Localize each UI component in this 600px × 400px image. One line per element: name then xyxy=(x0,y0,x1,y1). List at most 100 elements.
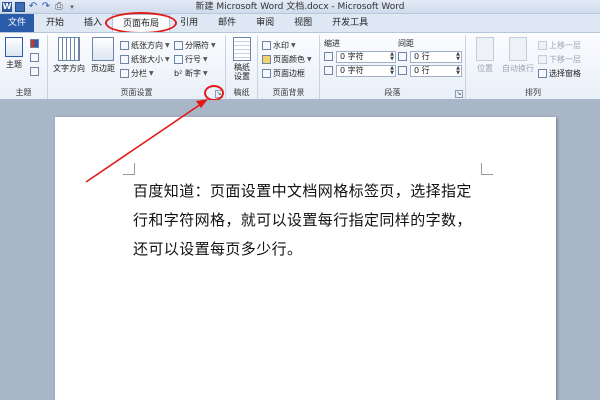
customize-quick-access-icon[interactable]: ▾ xyxy=(67,2,77,12)
spinner-arrows-icon[interactable]: ▲ ▼ xyxy=(390,52,394,62)
theme-colors-icon[interactable] xyxy=(30,39,39,48)
spacing-after-value: 0 行 xyxy=(414,66,430,75)
indent-left-input[interactable]: 0 字符 ▲ ▼ xyxy=(336,51,396,63)
undo-icon[interactable]: ↶ xyxy=(28,1,38,12)
themes-button-label: 主题 xyxy=(6,60,22,69)
orientation-label: 纸张方向 xyxy=(131,40,163,50)
tab-developer[interactable]: 开发工具 xyxy=(322,14,378,32)
position-label: 位置 xyxy=(477,64,493,73)
page-borders-label: 页面边框 xyxy=(273,68,305,78)
chevron-down-icon: ▼ xyxy=(211,41,216,49)
hyphenation-icon: b² xyxy=(174,68,183,78)
paragraph-dialog-launcher[interactable]: ↘ xyxy=(455,90,463,98)
chevron-down-icon: ▼ xyxy=(203,69,208,77)
bring-forward-button[interactable]: 上移一层 xyxy=(538,39,581,51)
breaks-label: 分隔符 xyxy=(185,40,209,50)
selection-pane-button[interactable]: 选择窗格 xyxy=(538,67,581,79)
spinner-arrows-icon[interactable]: ▲ ▼ xyxy=(456,52,460,62)
selection-pane-icon xyxy=(538,68,547,78)
document-workspace: 百度知道：页面设置中文档网格标签页，选择指定行和字符网格，就可以设置每行指定同样… xyxy=(0,100,600,400)
columns-label: 分栏 xyxy=(131,68,147,78)
group-page-setup-label: 页面设置 xyxy=(120,88,153,97)
manuscript-icon xyxy=(233,37,251,61)
chevron-down-icon: ▼ xyxy=(165,41,170,49)
document-body-text[interactable]: 百度知道：页面设置中文档网格标签页，选择指定行和字符网格，就可以设置每行指定同样… xyxy=(133,177,483,264)
spacing-after-icon xyxy=(398,66,407,75)
print-icon[interactable]: ⎙ xyxy=(54,1,64,12)
margin-corner-top-left xyxy=(123,163,135,175)
margin-corner-top-right xyxy=(481,163,493,175)
group-page-setup: 文字方向 页边距 纸张方向 ▼ 纸张大小 ▼ 分栏 ▼ 分隔符 ▼ 行号 ▼ b… xyxy=(48,35,226,99)
chevron-down-icon: ▼ xyxy=(307,55,312,63)
word-app-icon[interactable]: W xyxy=(2,1,12,12)
orientation-icon xyxy=(120,40,129,50)
indent-right-input[interactable]: 0 字符 ▲ ▼ xyxy=(336,65,396,77)
line-numbers-icon xyxy=(174,54,183,64)
send-backward-label: 下移一层 xyxy=(549,54,581,64)
text-direction-button[interactable]: 文字方向 xyxy=(52,37,86,85)
group-theme: 主题 主题 xyxy=(0,35,48,99)
page-borders-button[interactable]: 页面边框 xyxy=(262,67,305,79)
group-paragraph: 缩进 间距 0 字符 ▲ ▼ 0 字符 ▲ ▼ 0 行 ▲ ▼ 0 行 ▲ ▼ 段落 ↘ xyxy=(320,35,466,99)
spacing-before-input[interactable]: 0 行 ▲ ▼ xyxy=(410,51,462,63)
indent-right-icon xyxy=(324,66,333,75)
group-arrange-label: 排列 xyxy=(525,88,541,97)
ribbon-tab-row: 文件 开始 插入 页面布局 引用 邮件 审阅 视图 开发工具 xyxy=(0,12,600,34)
chevron-down-icon: ▼ xyxy=(203,55,208,63)
save-icon[interactable] xyxy=(15,1,25,12)
columns-icon xyxy=(120,68,129,78)
group-arrange: 位置 自动换行 上移一层 下移一层 选择窗格 排列 xyxy=(466,35,600,99)
tab-file[interactable]: 文件 xyxy=(0,14,35,32)
spacing-after-input[interactable]: 0 行 ▲ ▼ xyxy=(410,65,462,77)
position-icon xyxy=(476,37,494,61)
group-manuscript: 稿纸 设置 稿纸 xyxy=(226,35,258,99)
tab-mailings[interactable]: 邮件 xyxy=(208,14,246,32)
columns-button[interactable]: 分栏 ▼ xyxy=(120,67,154,79)
page-color-label: 页面颜色 xyxy=(273,54,305,64)
tab-home[interactable]: 开始 xyxy=(36,14,74,32)
line-numbers-button[interactable]: 行号 ▼ xyxy=(174,53,208,65)
watermark-button[interactable]: 水印 ▼ xyxy=(262,39,296,51)
margins-button[interactable]: 页边距 xyxy=(88,37,118,85)
group-theme-label: 主题 xyxy=(15,88,32,97)
annotation-circle-tab xyxy=(105,12,178,34)
hyphenation-label: 断字 xyxy=(185,68,201,78)
tab-review[interactable]: 审阅 xyxy=(246,14,284,32)
size-button[interactable]: 纸张大小 ▼ xyxy=(120,53,170,65)
chevron-down-icon: ▼ xyxy=(149,69,154,77)
theme-fonts-icon[interactable] xyxy=(30,53,39,62)
page-color-icon xyxy=(262,54,271,64)
send-backward-icon xyxy=(538,54,547,64)
themes-button[interactable]: 主题 xyxy=(2,37,26,85)
margins-label: 页边距 xyxy=(91,64,115,73)
watermark-label: 水印 xyxy=(273,40,289,50)
indent-left-icon xyxy=(324,52,333,61)
position-button[interactable]: 位置 xyxy=(470,37,500,85)
spacing-before-value: 0 行 xyxy=(414,52,430,61)
wrap-text-icon xyxy=(509,37,527,61)
spinner-arrows-icon[interactable]: ▲ ▼ xyxy=(456,66,460,76)
document-page[interactable]: 百度知道：页面设置中文档网格标签页，选择指定行和字符网格，就可以设置每行指定同样… xyxy=(55,117,556,400)
group-paragraph-label: 段落 xyxy=(384,88,401,97)
ribbon: 主题 主题 文字方向 页边距 纸张方向 ▼ 纸张大小 ▼ 分栏 ▼ 分隔符 ▼ … xyxy=(0,32,600,100)
spinner-arrows-icon[interactable]: ▲ ▼ xyxy=(390,66,394,76)
breaks-button[interactable]: 分隔符 ▼ xyxy=(174,39,216,51)
chevron-down-icon: ▼ xyxy=(165,55,170,63)
manuscript-settings-button[interactable]: 稿纸 设置 xyxy=(227,37,257,85)
indent-left-value: 0 字符 xyxy=(340,52,364,61)
redo-icon[interactable]: ↷ xyxy=(41,1,51,12)
tab-view[interactable]: 视图 xyxy=(284,14,322,32)
text-direction-label: 文字方向 xyxy=(53,64,85,73)
title-bar: W ↶ ↷ ⎙ ▾ 新建 Microsoft Word 文档.docx - Mi… xyxy=(0,0,600,14)
spacing-label: 间距 xyxy=(398,39,414,48)
manuscript-settings-label: 稿纸 设置 xyxy=(234,63,250,81)
theme-effects-icon[interactable] xyxy=(30,67,39,76)
wrap-text-label: 自动换行 xyxy=(502,64,534,73)
wrap-text-button[interactable]: 自动换行 xyxy=(500,37,536,85)
bring-forward-label: 上移一层 xyxy=(549,40,581,50)
orientation-button[interactable]: 纸张方向 ▼ xyxy=(120,39,170,51)
tab-page-layout[interactable]: 页面布局 xyxy=(105,12,178,34)
send-backward-button[interactable]: 下移一层 xyxy=(538,53,581,65)
hyphenation-button[interactable]: b² 断字 ▼ xyxy=(174,67,208,79)
page-color-button[interactable]: 页面颜色 ▼ xyxy=(262,53,312,65)
